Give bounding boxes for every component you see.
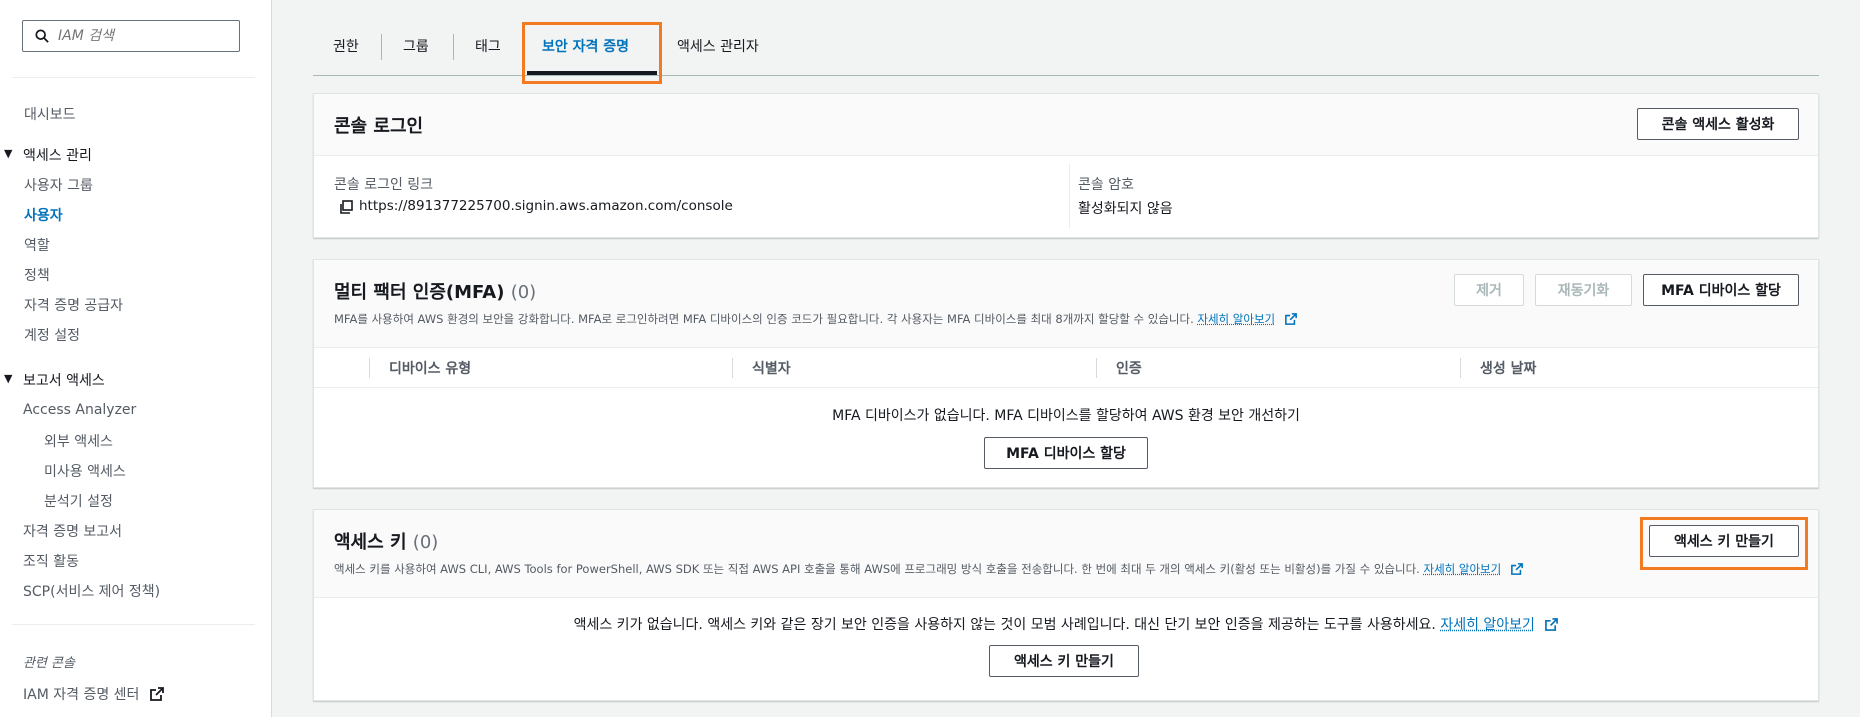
nav-analyzer-settings[interactable]: 분석기 설정: [44, 491, 113, 511]
nav-iam-identity-center[interactable]: IAM 자격 증명 센터: [23, 684, 164, 704]
nav-org-activity[interactable]: 조직 활동: [23, 551, 79, 571]
nav-credential-report[interactable]: 자격 증명 보고서: [23, 521, 122, 541]
tab-tags[interactable]: 태그: [475, 36, 501, 56]
column-header-device-type[interactable]: 디바이스 유형: [389, 358, 471, 378]
tab-permissions[interactable]: 권한: [333, 36, 359, 56]
nav-access-analyzer[interactable]: Access Analyzer: [23, 402, 136, 418]
access-keys-learn-more-link[interactable]: 자세히 알아보기: [1423, 562, 1501, 576]
search-icon: [35, 29, 49, 43]
mfa-description: MFA를 사용하여 AWS 환경의 보안을 강화합니다. MFA로 로그인하려면…: [334, 312, 1194, 326]
tab-separator: [381, 34, 382, 60]
tab-separator: [453, 34, 454, 60]
nav-user-groups[interactable]: 사용자 그룹: [24, 175, 93, 195]
column-separator: [732, 358, 733, 378]
nav-roles[interactable]: 역할: [24, 235, 50, 255]
mfa-count: (0): [510, 282, 537, 303]
panel-title: 콘솔 로그인: [334, 116, 424, 137]
panel-header: 액세스 키 (0) 액세스 키를 사용하여 AWS CLI, AWS Tools…: [314, 510, 1818, 598]
external-link-icon: [149, 687, 164, 701]
column-separator: [1096, 358, 1097, 378]
mfa-title: 멀티 팩터 인증(MFA): [334, 282, 505, 303]
nav-unused-access[interactable]: 미사용 액세스: [44, 461, 126, 481]
mfa-panel: 멀티 팩터 인증(MFA) (0) MFA를 사용하여 AWS 환경의 보안을 …: [313, 259, 1819, 488]
nav-scp[interactable]: SCP(서비스 제어 정책): [23, 581, 160, 601]
console-link-value[interactable]: https://891377225700.signin.aws.amazon.c…: [359, 198, 733, 214]
search-input[interactable]: [58, 28, 218, 44]
nav-identity-providers[interactable]: 자격 증명 공급자: [24, 295, 123, 315]
access-keys-count: (0): [412, 532, 439, 553]
panel-header: 멀티 팩터 인증(MFA) (0) MFA를 사용하여 AWS 환경의 보안을 …: [314, 260, 1818, 348]
panel-title: 액세스 키 (0): [334, 528, 438, 554]
console-password-label: 콘솔 암호: [1078, 177, 1134, 193]
tab-access-advisor[interactable]: 액세스 관리자: [677, 36, 759, 56]
column-divider: [1069, 164, 1070, 228]
access-keys-empty-learn-more-link[interactable]: 자세히 알아보기: [1440, 617, 1535, 633]
nav-section-access-mgmt[interactable]: 액세스 관리: [23, 145, 92, 165]
caret-down-icon[interactable]: ▼: [4, 147, 12, 160]
column-separator: [1460, 358, 1461, 378]
nav-policies[interactable]: 정책: [24, 265, 50, 285]
assign-mfa-empty-button[interactable]: MFA 디바이스 할당: [984, 437, 1148, 469]
panel-title: 멀티 팩터 인증(MFA) (0): [334, 278, 536, 304]
tab-groups[interactable]: 그룹: [403, 36, 429, 56]
access-keys-empty-text: 액세스 키가 없습니다. 액세스 키와 같은 장기 보안 인증을 사용하지 않는…: [573, 617, 1436, 633]
highlight-box: [522, 22, 662, 84]
access-keys-panel: 액세스 키 (0) 액세스 키를 사용하여 AWS CLI, AWS Tools…: [313, 509, 1819, 701]
access-keys-title: 액세스 키: [334, 532, 407, 553]
highlight-box: [1640, 517, 1808, 570]
access-keys-description: 액세스 키를 사용하여 AWS CLI, AWS Tools for Power…: [334, 562, 1420, 576]
mfa-description-line: MFA를 사용하여 AWS 환경의 보안을 강화합니다. MFA로 로그인하려면…: [334, 311, 1297, 327]
caret-down-icon[interactable]: ▼: [4, 372, 12, 385]
nav-account-settings[interactable]: 계정 설정: [24, 325, 80, 345]
mfa-learn-more-link[interactable]: 자세히 알아보기: [1197, 312, 1275, 326]
remove-button[interactable]: 제거: [1454, 274, 1524, 306]
column-header-certifications[interactable]: 인증: [1116, 358, 1142, 378]
nav-iam-identity-center-label: IAM 자격 증명 센터: [23, 687, 140, 703]
copy-icon[interactable]: [339, 200, 353, 214]
external-link-icon: [1545, 618, 1559, 631]
enable-console-access-button[interactable]: 콘솔 액세스 활성화: [1637, 108, 1799, 140]
assign-mfa-button[interactable]: MFA 디바이스 할당: [1643, 274, 1799, 306]
nav-users[interactable]: 사용자: [24, 205, 63, 225]
access-keys-empty-line: 액세스 키가 없습니다. 액세스 키와 같은 장기 보안 인증을 사용하지 않는…: [314, 614, 1818, 634]
column-header-created[interactable]: 생성 날짜: [1480, 358, 1536, 378]
create-access-key-empty-button[interactable]: 액세스 키 만들기: [989, 645, 1139, 677]
divider: [12, 624, 255, 625]
panel-header: 콘솔 로그인 콘솔 액세스 활성화: [314, 94, 1818, 156]
divider: [12, 77, 255, 78]
console-login-panel: 콘솔 로그인 콘솔 액세스 활성화 콘솔 로그인 링크 https://8913…: [313, 93, 1819, 238]
column-separator: [369, 358, 370, 378]
related-console-heading: 관련 콘솔: [23, 656, 75, 671]
console-password-value: 활성화되지 않음: [1078, 201, 1173, 217]
resync-button[interactable]: 재동기화: [1535, 274, 1632, 306]
console-link-label: 콘솔 로그인 링크: [334, 177, 434, 193]
access-keys-description-line: 액세스 키를 사용하여 AWS CLI, AWS Tools for Power…: [334, 561, 1523, 577]
search-box[interactable]: [22, 20, 240, 52]
table-header: 디바이스 유형 식별자 인증 생성 날짜: [314, 348, 1818, 388]
column-header-identifier[interactable]: 식별자: [752, 358, 791, 378]
nav-external-access[interactable]: 외부 액세스: [44, 431, 113, 451]
mfa-empty-text: MFA 디바이스가 없습니다. MFA 디바이스를 할당하여 AWS 환경 보안…: [832, 408, 1300, 424]
sidebar: 대시보드 ▼ 액세스 관리 사용자 그룹 사용자 역할 정책 자격 증명 공급자…: [0, 0, 272, 717]
external-link-icon: [1284, 313, 1297, 325]
external-link-icon: [1510, 563, 1523, 575]
nav-dashboard[interactable]: 대시보드: [24, 104, 76, 124]
nav-section-report-access[interactable]: 보고서 액세스: [23, 370, 105, 390]
